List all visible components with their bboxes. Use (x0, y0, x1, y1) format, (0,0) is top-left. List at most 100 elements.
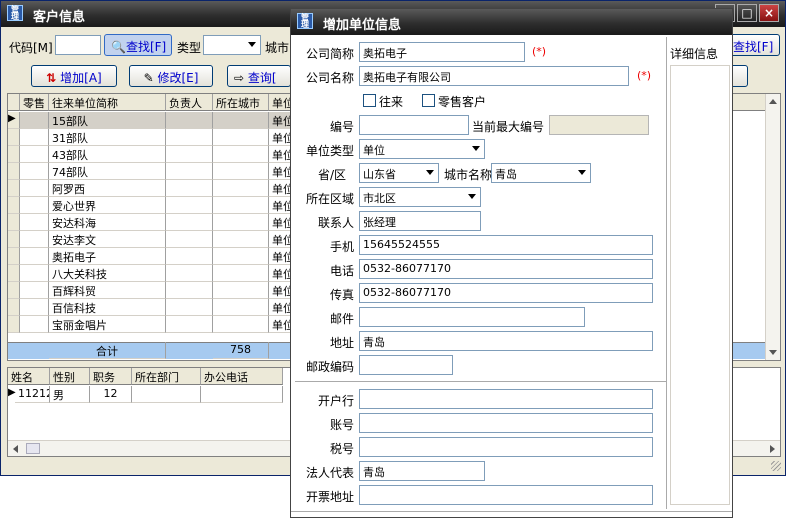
table-cell[interactable] (213, 180, 269, 197)
table-cell-name[interactable]: 爱心世界 (49, 197, 166, 214)
scroll-down-arrow-icon[interactable] (769, 350, 777, 355)
table-cell[interactable] (166, 163, 213, 180)
contact-column-header[interactable]: 所在部门 (132, 368, 201, 385)
table-cell[interactable] (166, 214, 213, 231)
table-cell[interactable] (213, 299, 269, 316)
short-name-input[interactable]: 奥拓电子 (359, 42, 525, 62)
grid-column-header[interactable]: 负责人 (166, 94, 213, 111)
scroll-right-arrow-icon[interactable] (770, 445, 775, 453)
contact-cell[interactable]: 1121212 (15, 386, 50, 403)
address-input[interactable]: 青岛 (359, 331, 653, 351)
table-cell[interactable] (166, 180, 213, 197)
zip-input[interactable] (359, 355, 453, 375)
grid-column-header[interactable]: 所在城市 (213, 94, 269, 111)
table-cell[interactable] (166, 248, 213, 265)
table-cell[interactable] (213, 197, 269, 214)
table-cell-name[interactable]: 阿罗西 (49, 180, 166, 197)
table-cell-name[interactable]: 安达科海 (49, 214, 166, 231)
contact-column-header[interactable]: 性别 (50, 368, 90, 385)
query-button[interactable]: ⇨ 查询[ (227, 65, 291, 87)
table-cell[interactable] (213, 316, 269, 333)
code-input[interactable] (55, 35, 101, 55)
email-input[interactable] (359, 307, 585, 327)
fax-input[interactable]: 0532-86077170 (359, 283, 653, 303)
table-cell-name[interactable]: 15部队 (49, 112, 166, 129)
bank-input[interactable] (359, 389, 653, 409)
resize-grip-icon[interactable] (771, 461, 781, 471)
contact-cell[interactable]: 12 (90, 386, 132, 403)
contact-cell[interactable]: 男 (50, 386, 90, 403)
invoice-address-input[interactable] (359, 485, 653, 505)
province-select[interactable]: 山东省 (359, 163, 439, 183)
contact-checkbox[interactable] (363, 94, 376, 107)
contact-person-input[interactable]: 张经理 (359, 211, 481, 231)
contact-column-header[interactable]: 办公电话 (201, 368, 283, 385)
table-cell[interactable] (166, 299, 213, 316)
table-cell[interactable] (166, 316, 213, 333)
table-cell-name[interactable]: 奥拓电子 (49, 248, 166, 265)
table-cell[interactable] (20, 163, 49, 180)
table-cell[interactable] (20, 299, 49, 316)
table-cell[interactable] (20, 248, 49, 265)
right-find-button[interactable]: 查找[F] (730, 34, 780, 56)
table-cell-name[interactable]: 43部队 (49, 146, 166, 163)
find-button[interactable]: 🔍查找[F] (104, 34, 172, 56)
dialog-title-bar[interactable]: 管理 增加单位信息 (291, 9, 732, 35)
table-cell[interactable] (213, 282, 269, 299)
table-cell[interactable] (166, 197, 213, 214)
table-cell[interactable] (213, 214, 269, 231)
table-cell[interactable] (166, 231, 213, 248)
grid-column-header[interactable]: 往来单位简称 (49, 94, 166, 111)
detail-textarea[interactable] (670, 65, 730, 505)
account-input[interactable] (359, 413, 653, 433)
table-cell[interactable] (20, 214, 49, 231)
contact-cell[interactable] (132, 386, 201, 403)
table-cell-name[interactable]: 74部队 (49, 163, 166, 180)
table-cell[interactable] (166, 282, 213, 299)
table-cell[interactable] (20, 112, 49, 129)
table-cell[interactable] (213, 129, 269, 146)
close-button[interactable]: × (759, 4, 779, 22)
scroll-thumb[interactable] (26, 443, 40, 454)
table-cell-name[interactable]: 百信科技 (49, 299, 166, 316)
table-cell[interactable] (213, 163, 269, 180)
table-cell[interactable] (213, 146, 269, 163)
table-cell[interactable] (20, 265, 49, 282)
table-cell[interactable] (213, 248, 269, 265)
tax-input[interactable] (359, 437, 653, 457)
edit-button[interactable]: ✎ 修改[E] (129, 65, 213, 87)
full-name-input[interactable]: 奥拓电子有限公司 (359, 66, 629, 86)
maximize-button[interactable]: □ (737, 4, 757, 22)
table-cell[interactable] (20, 316, 49, 333)
table-cell[interactable] (20, 146, 49, 163)
table-cell[interactable] (166, 146, 213, 163)
table-cell[interactable] (20, 197, 49, 214)
mobile-input[interactable]: 15645524555 (359, 235, 653, 255)
city-select[interactable]: 青岛 (491, 163, 591, 183)
scroll-up-arrow-icon[interactable] (769, 99, 777, 104)
table-cell[interactable] (20, 231, 49, 248)
unit-type-select[interactable]: 单位 (359, 139, 485, 159)
table-cell[interactable] (166, 112, 213, 129)
table-cell-name[interactable]: 宝丽金唱片 (49, 316, 166, 333)
legal-rep-input[interactable]: 青岛 (359, 461, 485, 481)
contact-column-header[interactable]: 职务 (90, 368, 132, 385)
contact-cell[interactable] (201, 386, 283, 403)
add-button[interactable]: ⇅ 增加[A] (31, 65, 117, 87)
number-input[interactable] (359, 115, 469, 135)
phone-input[interactable]: 0532-86077170 (359, 259, 653, 279)
table-cell[interactable] (213, 231, 269, 248)
retail-checkbox[interactable] (422, 94, 435, 107)
grid-column-header[interactable]: 零售 (20, 94, 49, 111)
table-cell[interactable] (20, 129, 49, 146)
table-cell-name[interactable]: 31部队 (49, 129, 166, 146)
table-cell-name[interactable]: 八大关科技 (49, 265, 166, 282)
table-cell[interactable] (213, 265, 269, 282)
table-cell-name[interactable]: 百辉科贸 (49, 282, 166, 299)
type-select[interactable] (203, 35, 261, 55)
table-cell[interactable] (166, 265, 213, 282)
table-cell-name[interactable]: 安达李文 (49, 231, 166, 248)
table-cell[interactable] (166, 129, 213, 146)
table-cell[interactable] (20, 282, 49, 299)
table-cell[interactable] (213, 112, 269, 129)
